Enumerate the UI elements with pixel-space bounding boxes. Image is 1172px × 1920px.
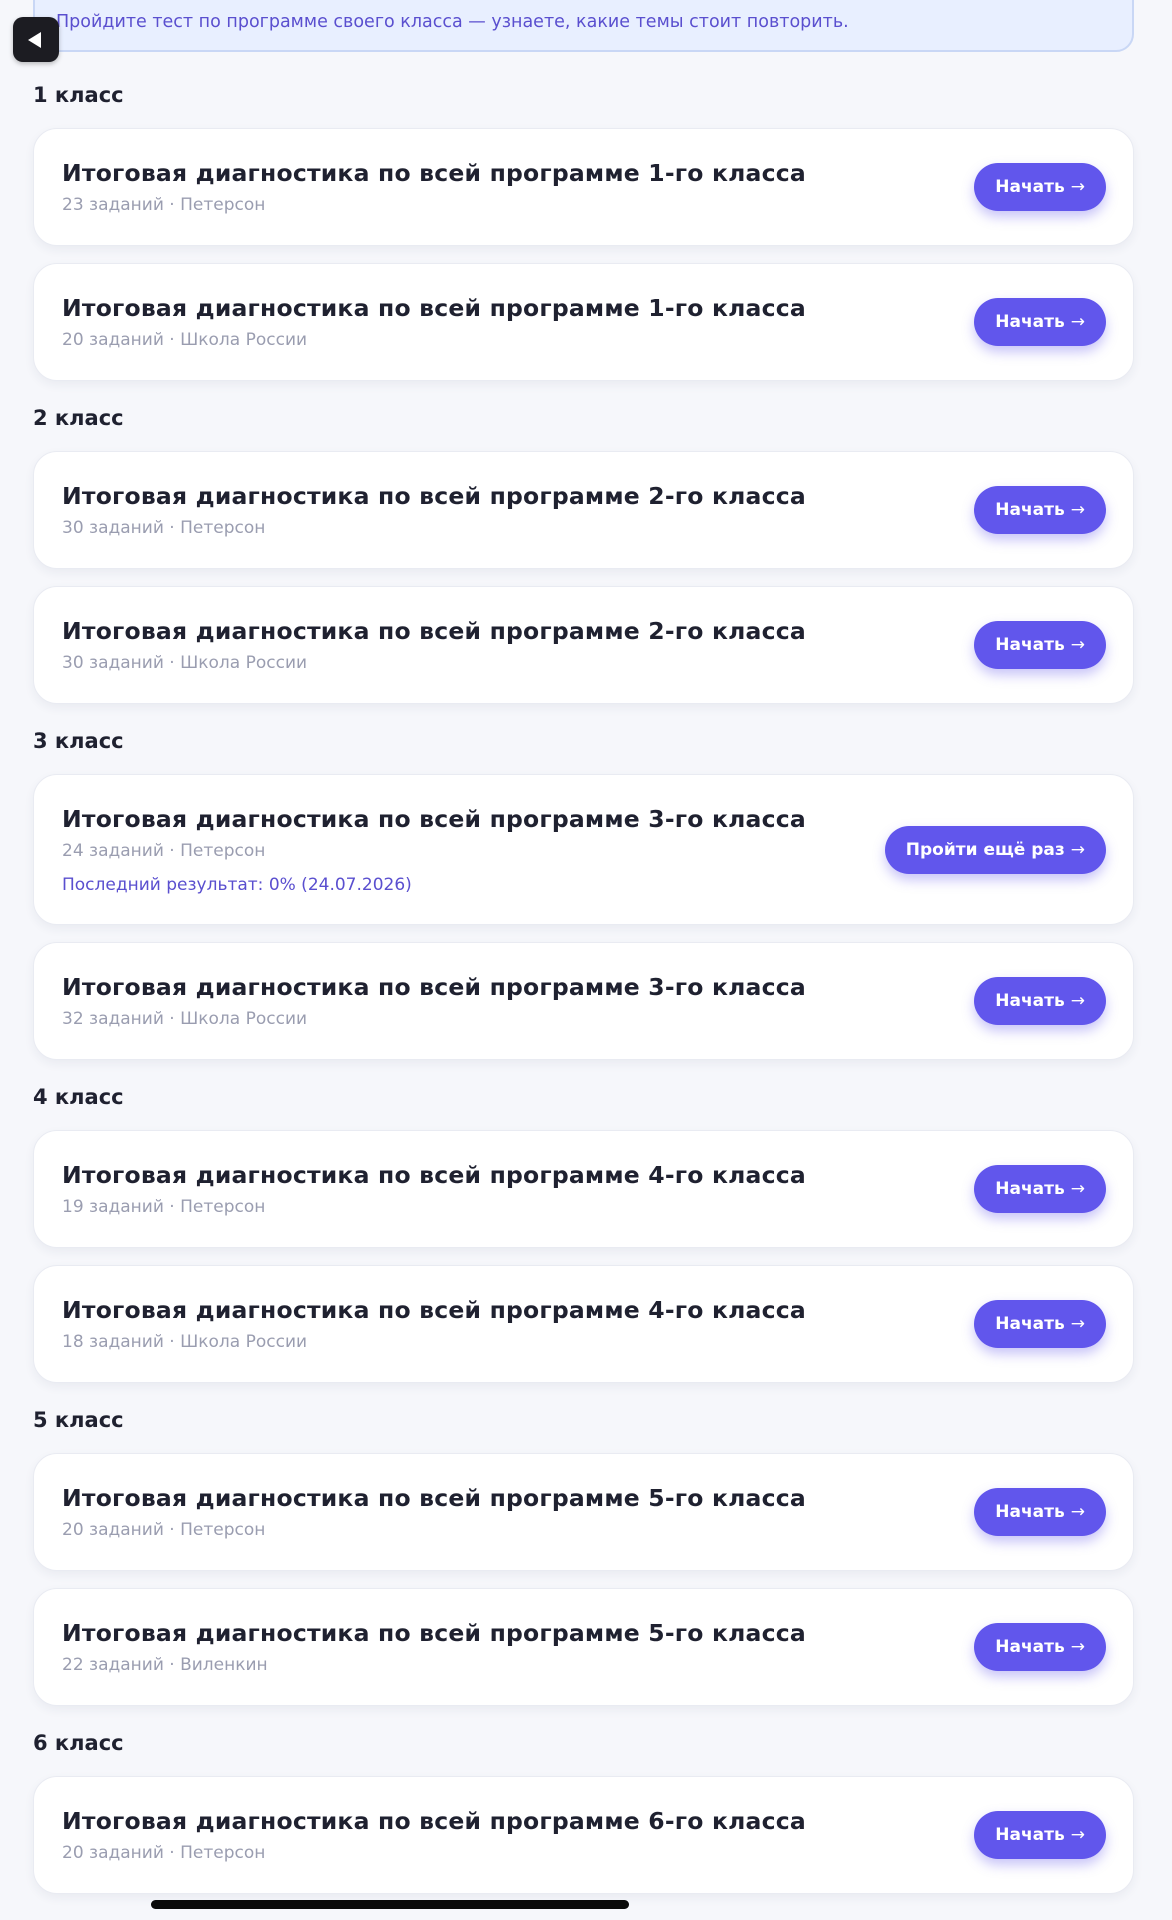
start-test-button[interactable]: Начать → <box>974 621 1106 669</box>
grade-section: 5 класс Итоговая диагностика по всей прог… <box>33 1407 1134 1706</box>
test-card: Итоговая диагностика по всей программе 6… <box>33 1776 1134 1894</box>
arrow-right-icon: → <box>1070 1314 1085 1334</box>
test-card-text: Итоговая диагностика по всей программе 6… <box>62 1807 806 1863</box>
test-title: Итоговая диагностика по всей программе 2… <box>62 482 806 510</box>
start-test-button[interactable]: Начать → <box>974 298 1106 346</box>
start-test-button[interactable]: Начать → <box>974 1300 1106 1348</box>
test-card-text: Итоговая диагностика по всей программе 5… <box>62 1619 806 1675</box>
test-meta: 22 заданий · Виленкин <box>62 1655 268 1675</box>
test-title: Итоговая диагностика по всей программе 6… <box>62 1807 806 1835</box>
start-test-button[interactable]: Начать → <box>974 1165 1106 1213</box>
grade-section: 3 класс Итоговая диагностика по всей прог… <box>33 728 1134 1060</box>
start-test-button[interactable]: Начать → <box>974 977 1106 1025</box>
arrow-right-icon: → <box>1070 1179 1085 1199</box>
arrow-right-icon: → <box>1070 500 1085 520</box>
grade-heading: 3 класс <box>33 729 124 753</box>
arrow-right-icon: → <box>1070 1637 1085 1657</box>
test-list: 1 класс Итоговая диагностика по всей прог… <box>33 82 1134 1918</box>
button-label: Начать <box>995 991 1065 1011</box>
test-meta: 20 заданий · Петерсон <box>62 1520 266 1540</box>
start-test-button[interactable]: Начать → <box>974 1488 1106 1536</box>
button-label: Начать <box>995 1314 1065 1334</box>
test-card-text: Итоговая диагностика по всей программе 2… <box>62 617 806 673</box>
test-title: Итоговая диагностика по всей программе 5… <box>62 1619 806 1647</box>
grade-heading: 6 класс <box>33 1731 124 1755</box>
test-meta: 30 заданий · Школа России <box>62 653 308 673</box>
test-meta: 23 заданий · Петерсон <box>62 195 266 215</box>
test-title: Итоговая диагностика по всей программе 3… <box>62 973 806 1001</box>
test-meta: 24 заданий · Петерсон <box>62 840 266 861</box>
test-meta: 32 заданий · Школа России <box>62 1009 308 1029</box>
button-label: Начать <box>995 1179 1065 1199</box>
test-meta: 19 заданий · Петерсон <box>62 1197 266 1217</box>
button-label: Начать <box>995 635 1065 655</box>
arrow-right-icon: → <box>1070 839 1085 860</box>
test-card-text: Итоговая диагностика по всей программе 1… <box>62 294 806 350</box>
button-label: Начать <box>995 1637 1065 1657</box>
button-label: Начать <box>995 312 1065 332</box>
grade-heading: 4 класс <box>33 1085 124 1109</box>
start-test-button[interactable]: Начать → <box>974 1623 1106 1671</box>
test-title: Итоговая диагностика по всей программе 5… <box>62 1484 806 1512</box>
test-card-text: Итоговая диагностика по всей программе 2… <box>62 482 806 538</box>
test-card: Итоговая диагностика по всей программе 5… <box>33 1453 1134 1571</box>
test-title: Итоговая диагностика по всей программе 1… <box>62 294 806 322</box>
grade-heading: 1 класс <box>33 83 124 107</box>
grade-section: 2 класс Итоговая диагностика по всей прог… <box>33 405 1134 704</box>
button-label: Начать <box>995 1825 1065 1845</box>
test-meta: 20 заданий · Петерсон <box>62 1843 266 1863</box>
info-banner: Пройдите тест по программе своего класса… <box>33 0 1134 52</box>
start-test-button[interactable]: Начать → <box>974 1811 1106 1859</box>
test-title: Итоговая диагностика по всей программе 3… <box>62 804 806 833</box>
test-card-text: Итоговая диагностика по всей программе 4… <box>62 1161 806 1217</box>
info-banner-text: Пройдите тест по программе своего класса… <box>56 12 849 32</box>
test-card: Итоговая диагностика по всей программе 1… <box>33 128 1134 246</box>
arrow-right-icon: → <box>1070 177 1085 197</box>
test-card: Итоговая диагностика по всей программе 5… <box>33 1588 1134 1706</box>
arrow-right-icon: → <box>1070 991 1085 1011</box>
test-card: Итоговая диагностика по всей программе 3… <box>33 942 1134 1060</box>
home-indicator <box>151 1900 629 1909</box>
grade-section: 6 класс Итоговая диагностика по всей прог… <box>33 1730 1134 1894</box>
arrow-right-icon: → <box>1070 1825 1085 1845</box>
test-meta: 30 заданий · Петерсон <box>62 518 266 538</box>
button-label: Начать <box>995 1502 1065 1522</box>
start-test-button[interactable]: Начать → <box>974 163 1106 211</box>
grade-heading: 5 класс <box>33 1408 124 1432</box>
test-card: Итоговая диагностика по всей программе 2… <box>33 586 1134 704</box>
test-card: Итоговая диагностика по всей программе 2… <box>33 451 1134 569</box>
test-card-text: Итоговая диагностика по всей программе 3… <box>62 973 806 1029</box>
grade-section: 4 класс Итоговая диагностика по всей прог… <box>33 1084 1134 1383</box>
back-button[interactable] <box>13 17 59 62</box>
test-card-text: Итоговая диагностика по всей программе 5… <box>62 1484 806 1540</box>
button-label: Пройти ещё раз <box>905 839 1065 860</box>
test-last-result: Последний результат: 0% (24.07.2026) <box>62 874 412 895</box>
test-meta: 20 заданий · Школа России <box>62 330 308 350</box>
test-card-text: Итоговая диагностика по всей программе 1… <box>62 159 806 215</box>
retry-test-button[interactable]: Пройти ещё раз → <box>884 825 1106 874</box>
test-card-text: Итоговая диагностика по всей программе 3… <box>62 805 806 895</box>
start-test-button[interactable]: Начать → <box>974 486 1106 534</box>
test-title: Итоговая диагностика по всей программе 4… <box>62 1161 806 1189</box>
test-card: Итоговая диагностика по всей программе 1… <box>33 263 1134 381</box>
test-card: Итоговая диагностика по всей программе 3… <box>33 774 1134 925</box>
test-card: Итоговая диагностика по всей программе 4… <box>33 1265 1134 1383</box>
test-card-text: Итоговая диагностика по всей программе 4… <box>62 1296 806 1352</box>
test-meta: 18 заданий · Школа России <box>62 1332 308 1352</box>
grade-heading: 2 класс <box>33 406 124 430</box>
arrow-right-icon: → <box>1070 1502 1085 1522</box>
arrow-right-icon: → <box>1070 312 1085 332</box>
test-title: Итоговая диагностика по всей программе 4… <box>62 1296 806 1324</box>
arrow-right-icon: → <box>1070 635 1085 655</box>
grade-section: 1 класс Итоговая диагностика по всей прог… <box>33 82 1134 381</box>
test-card: Итоговая диагностика по всей программе 4… <box>33 1130 1134 1248</box>
button-label: Начать <box>995 500 1065 520</box>
button-label: Начать <box>995 177 1065 197</box>
test-title: Итоговая диагностика по всей программе 1… <box>62 159 806 187</box>
test-title: Итоговая диагностика по всей программе 2… <box>62 617 806 645</box>
back-arrow-icon <box>28 31 41 48</box>
